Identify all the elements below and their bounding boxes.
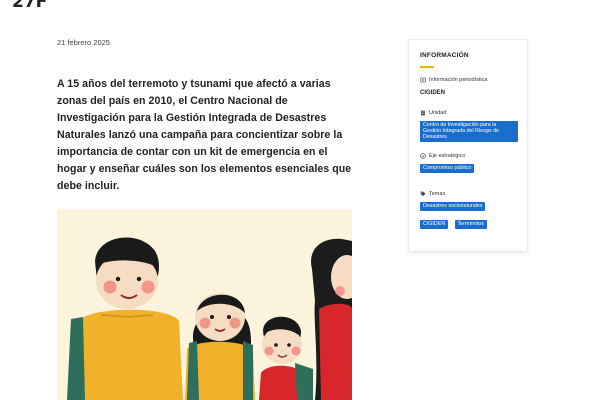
article: 21 febrero 2025 A 15 años del terremoto … xyxy=(57,38,352,213)
section-unidad: Unidad Centro de Investigación para la G… xyxy=(420,109,518,144)
newspaper-icon xyxy=(420,77,426,82)
info-sidebar: INFORMACIÓN Información periodística CIG… xyxy=(408,39,528,252)
tag-tema[interactable]: CIGIDEN xyxy=(420,219,449,229)
sidebar-title: INFORMACIÓN xyxy=(420,52,469,59)
tipo-value[interactable]: CIGIDEN xyxy=(420,90,516,96)
temas-label: Temas xyxy=(429,190,446,197)
tipo-label: Información periodística xyxy=(429,76,488,83)
section-temas: Temas Desastres socionaturales CIGIDEN T… xyxy=(420,191,516,238)
sidebar-accent xyxy=(420,66,434,68)
tag-unidad[interactable]: Centro de Investigación para la Gestión … xyxy=(420,120,518,142)
article-date: 21 febrero 2025 xyxy=(57,38,110,47)
article-illustration xyxy=(57,209,352,400)
section-tipo: Información periodística CIGIDEN xyxy=(420,77,516,96)
family-illustration xyxy=(57,209,352,400)
tag-eje[interactable]: Compromiso público xyxy=(420,163,475,173)
tag-tema[interactable]: Desastres socionaturales xyxy=(420,201,486,211)
eje-label: Eje estratégico xyxy=(429,152,466,159)
unidad-label: Unidad xyxy=(429,109,447,116)
check-circle-icon xyxy=(420,153,426,159)
tag-icon xyxy=(420,191,426,196)
section-eje: Eje estratégico Compromiso público xyxy=(420,153,516,182)
building-icon xyxy=(421,110,425,115)
article-lead: A 15 años del terremoto y tsunami que af… xyxy=(57,78,352,192)
page-header-text: 27F xyxy=(12,0,48,12)
tag-tema[interactable]: Terremotos xyxy=(454,219,488,229)
